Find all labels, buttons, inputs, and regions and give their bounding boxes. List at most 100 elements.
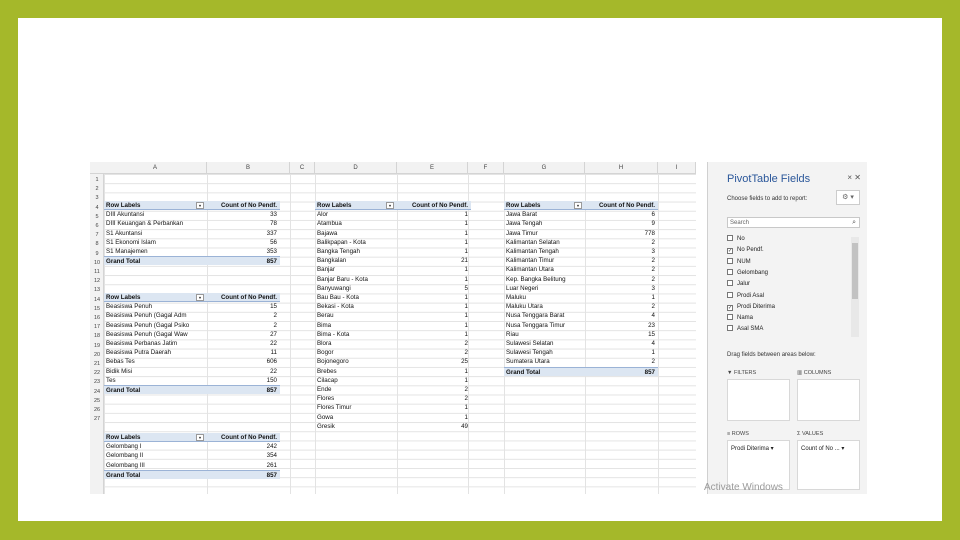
row-header[interactable]: 3 xyxy=(90,194,104,203)
row-header[interactable]: 18 xyxy=(90,332,104,341)
rows-field-prodi-diterima[interactable]: Prodi Diterima ▾ xyxy=(731,445,774,452)
field-nama[interactable]: Nama xyxy=(727,313,753,324)
values-field-count[interactable]: Count of No ... ▾ xyxy=(801,445,844,452)
row-header[interactable]: 11 xyxy=(90,268,104,277)
row-header[interactable]: 20 xyxy=(90,351,104,360)
pivot-data-row: Sumatera Utara 2 xyxy=(504,357,658,366)
column-header-a[interactable]: A xyxy=(104,162,207,174)
field-prodi-asal[interactable]: Prodi Asal xyxy=(727,291,764,302)
row-label: S1 Ekonomi Islam xyxy=(106,238,156,246)
pivot-data-row: Banjar 1 xyxy=(315,265,471,274)
row-header[interactable]: 1 xyxy=(90,176,104,185)
field-no[interactable]: No xyxy=(727,234,745,245)
checkbox-icon[interactable] xyxy=(727,325,733,332)
row-value: 2 xyxy=(464,386,468,393)
row-header[interactable]: 10 xyxy=(90,259,104,268)
row-header[interactable]: 19 xyxy=(90,342,104,351)
pivot-data-row: DIII Akuntansi 33 xyxy=(104,210,280,219)
pivot-data-row: Flores Timur 1 xyxy=(315,403,471,412)
row-header[interactable]: 12 xyxy=(90,277,104,286)
row-header[interactable]: 25 xyxy=(90,397,104,406)
field-prodi-diterima[interactable]: ✓ Prodi Diterima xyxy=(727,302,775,313)
row-label: S1 Manajemen xyxy=(106,248,148,255)
pivot-header-row: Row Labels Count of No Pendf. ▾ xyxy=(104,201,280,211)
values-area[interactable]: Count of No ... ▾ xyxy=(797,440,860,490)
field-jalur[interactable]: Jalur xyxy=(727,279,750,290)
pivot-data-row: Ende 2 xyxy=(315,385,471,394)
checkbox-icon[interactable] xyxy=(727,291,733,298)
field-no-pendf-[interactable]: ✓ No Pendf. xyxy=(727,245,764,256)
field-list-scrollbar[interactable] xyxy=(851,237,859,337)
row-label: Gresik xyxy=(317,422,335,430)
checkbox-icon[interactable] xyxy=(727,235,733,241)
checkbox-icon[interactable] xyxy=(727,314,733,321)
column-header-f[interactable]: F xyxy=(468,162,504,174)
row-header[interactable]: 16 xyxy=(90,314,104,323)
pane-close-icon[interactable]: × ✕ xyxy=(847,173,861,182)
row-header[interactable]: 14 xyxy=(90,296,104,305)
field-label: Jalur xyxy=(737,281,751,288)
column-header-g[interactable]: G xyxy=(504,162,585,174)
field-num[interactable]: NUM xyxy=(727,257,751,268)
row-header[interactable]: 13 xyxy=(90,286,104,295)
pivot-data-row: Kalimantan Tengah 3 xyxy=(504,247,658,256)
row-header[interactable]: 23 xyxy=(90,378,104,387)
row-header[interactable]: 8 xyxy=(90,240,104,249)
field-search-input[interactable]: Search ⌕ xyxy=(727,217,860,228)
row-header[interactable]: 22 xyxy=(90,369,104,378)
checkbox-icon[interactable] xyxy=(727,257,733,264)
row-value: 1 xyxy=(464,413,468,421)
checkbox-checked-icon[interactable]: ✓ xyxy=(727,248,733,255)
row-label: Kalimantan Selatan xyxy=(506,238,560,246)
row-header[interactable]: 4 xyxy=(90,204,104,213)
pivot-header-row: Row Labels Count of No Pendf. ▾ xyxy=(315,201,471,211)
row-header[interactable]: 24 xyxy=(90,388,104,397)
pane-subtitle: Choose fields to add to report: xyxy=(727,196,808,202)
filter-dropdown-icon[interactable]: ▾ xyxy=(196,434,204,441)
row-value: 2 xyxy=(273,321,277,329)
checkbox-checked-icon[interactable]: ✓ xyxy=(727,304,733,311)
column-header-c[interactable]: C xyxy=(290,162,315,174)
filters-area[interactable] xyxy=(727,379,790,421)
pivot-data-row: Gowa 1 xyxy=(315,413,471,422)
filter-dropdown-icon[interactable]: ▾ xyxy=(386,202,394,209)
row-header[interactable]: 17 xyxy=(90,323,104,332)
row-header[interactable]: 9 xyxy=(90,250,104,259)
row-header[interactable]: 6 xyxy=(90,222,104,231)
column-header-d[interactable]: D xyxy=(315,162,397,174)
row-header[interactable]: 15 xyxy=(90,305,104,314)
row-label: Row Labels xyxy=(506,202,541,209)
filter-dropdown-icon[interactable]: ▾ xyxy=(196,202,204,209)
row-label: Blora xyxy=(317,340,332,347)
scrollbar-thumb[interactable] xyxy=(852,243,858,299)
field-label: No Pendf. xyxy=(737,247,764,254)
row-label: Brebes xyxy=(317,367,337,375)
column-header-e[interactable]: E xyxy=(397,162,468,174)
worksheet[interactable]: ABCDEFGHI 1 2 3 4 5 6 7 8 9 10 11 12 13 14 15 16 17 18 19 2… xyxy=(90,162,696,494)
field-gelombang[interactable]: Gelombang xyxy=(727,268,768,279)
checkbox-icon[interactable] xyxy=(727,268,733,275)
pivot-data-row: Banjar Baru - Kota 1 xyxy=(315,275,471,284)
columns-area[interactable] xyxy=(797,379,860,421)
row-header[interactable]: 21 xyxy=(90,360,104,369)
columns-area-label: ▥ COLUMNS xyxy=(797,370,832,376)
row-value: 1 xyxy=(651,349,655,357)
checkbox-icon[interactable] xyxy=(727,280,733,287)
column-header-b[interactable]: B xyxy=(207,162,290,174)
column-header-h[interactable]: H xyxy=(585,162,658,174)
pivot-data-row: Nusa Tenggara Barat 4 xyxy=(504,311,658,320)
row-header[interactable]: 5 xyxy=(90,213,104,222)
row-header[interactable]: 26 xyxy=(90,406,104,415)
row-label: Bidik Misi xyxy=(106,367,133,375)
pivot-grand-total-row: Grand Total 857 xyxy=(104,256,280,266)
filter-dropdown-icon[interactable]: ▾ xyxy=(196,294,204,301)
filter-dropdown-icon[interactable]: ▾ xyxy=(574,202,582,209)
row-header[interactable]: 7 xyxy=(90,231,104,240)
row-label: Beasiswa Penuh (Gagal Psiko xyxy=(106,321,190,329)
row-header[interactable]: 27 xyxy=(90,415,104,424)
row-header[interactable]: 2 xyxy=(90,185,104,194)
gear-icon[interactable]: ⚙ ▾ xyxy=(836,190,860,205)
field-asal-sma[interactable]: Asal SMA xyxy=(727,324,763,335)
column-header-i[interactable]: I xyxy=(658,162,696,174)
field-label: Asal SMA xyxy=(737,326,764,333)
